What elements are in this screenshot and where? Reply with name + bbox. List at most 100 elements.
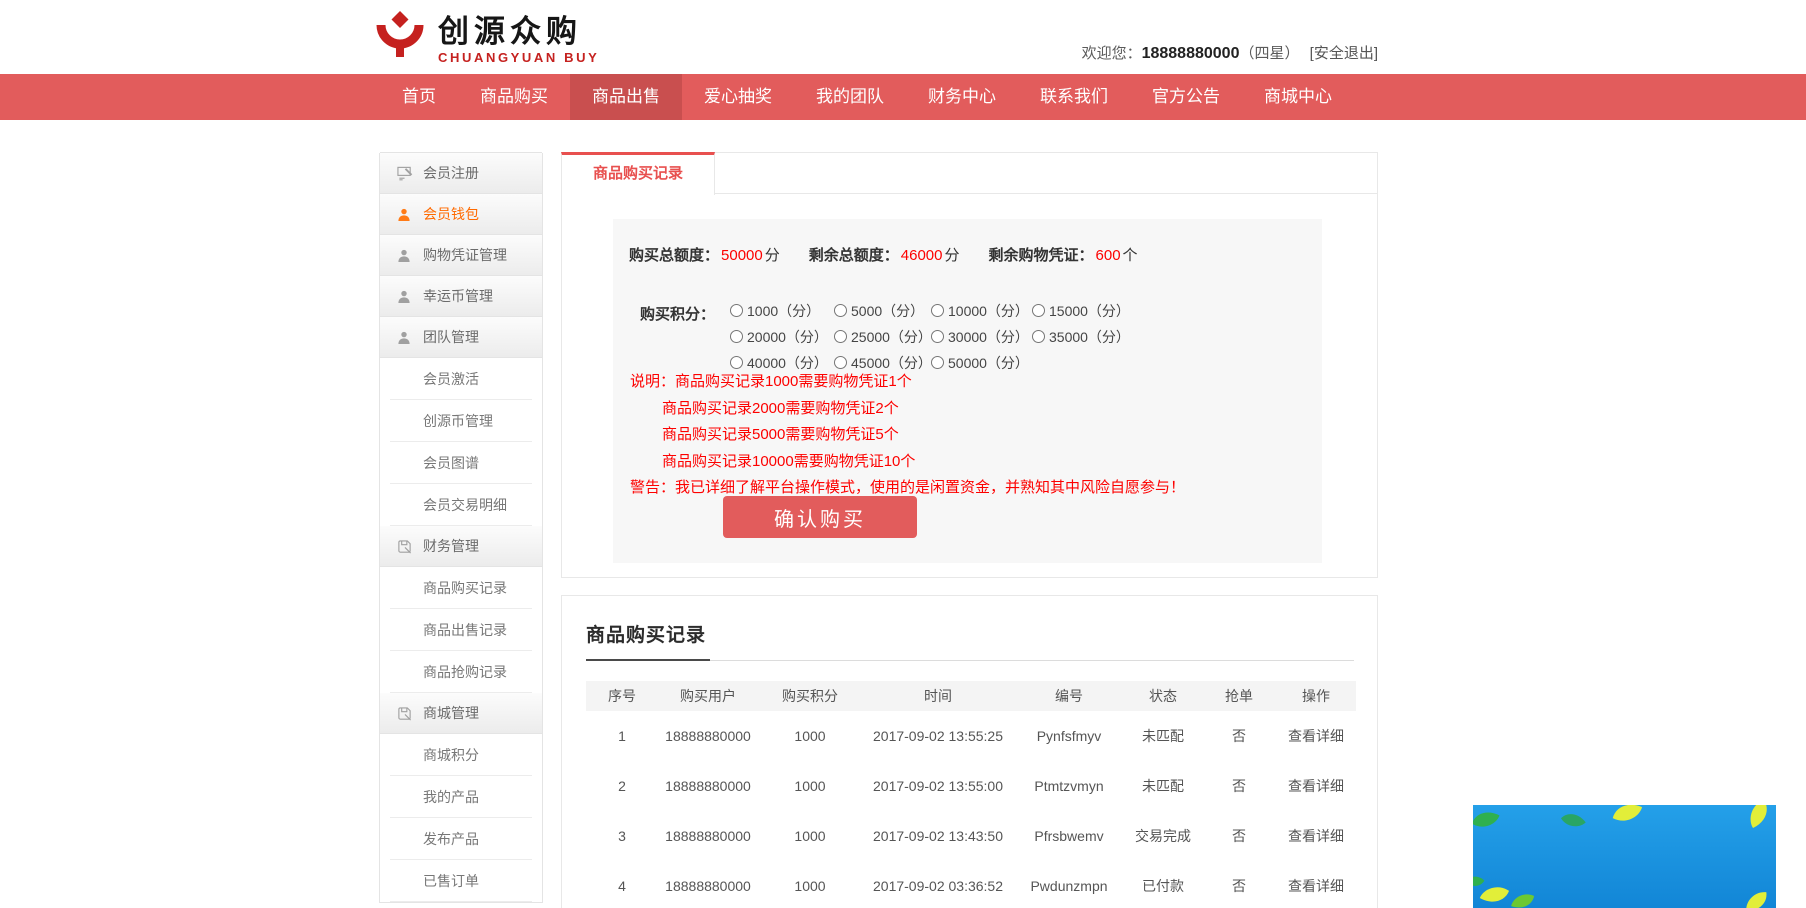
sidebar-item-member-activate[interactable]: 会员激活 — [380, 358, 542, 400]
points-option-20000[interactable]: 20000（分） — [730, 326, 834, 347]
sidebar-item-label: 我的产品 — [423, 787, 479, 807]
note-line: 商品购买记录10000需要购物凭证10个 — [630, 449, 1185, 476]
main-nav-inner: 首页 商品购买 商品出售 爱心抽奖 我的团队 财务中心 联系我们 官方公告 商城… — [380, 74, 1806, 120]
sidebar-item-lucky-coin-mgmt[interactable]: 幸运币管理 — [380, 275, 542, 317]
user-phone: 18888880000 — [1142, 45, 1240, 62]
sidebar-item-purchase-records[interactable]: 商品购买记录 — [380, 567, 542, 609]
sidebar-item-my-products[interactable]: 我的产品 — [380, 776, 542, 818]
save-icon — [397, 705, 414, 721]
cell-points: 1000 — [758, 761, 862, 811]
sidebar-item-finance-mgmt[interactable]: 财务管理 — [380, 525, 542, 567]
col-action: 操作 — [1276, 681, 1356, 711]
sidebar-item-sell-records[interactable]: 商品出售记录 — [380, 609, 542, 651]
points-option-1000[interactable]: 1000（分） — [730, 300, 834, 321]
sidebar-item-label: 会员交易明细 — [423, 495, 507, 515]
points-radio[interactable] — [931, 330, 944, 343]
points-option-10000[interactable]: 10000（分） — [931, 300, 1032, 321]
site-header: 创源众购 CHUANGYUAN BUY 欢迎您：18888880000（四星） … — [0, 0, 1806, 74]
floating-ad-banner[interactable] — [1473, 805, 1776, 908]
view-detail-link[interactable]: 查看详细 — [1276, 761, 1356, 811]
sidebar-item-member-register[interactable]: 会员注册 — [380, 152, 542, 194]
col-user: 购买用户 — [658, 681, 758, 711]
sidebar-item-mall-mgmt[interactable]: 商城管理 — [380, 692, 542, 734]
table-row: 2 18888880000 1000 2017-09-02 13:55:00 P… — [586, 761, 1356, 811]
points-option-15000[interactable]: 15000（分） — [1032, 300, 1142, 321]
view-detail-link[interactable]: 查看详细 — [1276, 711, 1356, 761]
points-radio[interactable] — [834, 330, 847, 343]
stat-total-quota: 购买总额度：50000分 — [629, 244, 780, 265]
sidebar-item-member-wallet[interactable]: 会员钱包 — [380, 193, 542, 235]
points-option-5000[interactable]: 5000（分） — [834, 300, 931, 321]
nav-item-home[interactable]: 首页 — [380, 74, 458, 120]
nav-item-contact-us[interactable]: 联系我们 — [1018, 74, 1130, 120]
stat-remaining-quota: 剩余总额度：46000分 — [809, 244, 960, 265]
section-head: 商品购买记录 — [586, 620, 1354, 661]
cell-time: 2017-09-02 03:36:52 — [862, 861, 1014, 908]
sidebar-item-label: 会员钱包 — [423, 204, 479, 224]
points-radio[interactable] — [730, 356, 743, 369]
sidebar-item-member-transactions[interactable]: 会员交易明细 — [380, 484, 542, 526]
cell-grab: 否 — [1202, 761, 1276, 811]
cell-time: 2017-09-02 13:55:25 — [862, 711, 1014, 761]
confirm-purchase-button[interactable]: 确认购买 — [723, 496, 917, 538]
sidebar-item-shopping-voucher-mgmt[interactable]: 购物凭证管理 — [380, 234, 542, 276]
nav-item-my-team[interactable]: 我的团队 — [794, 74, 906, 120]
points-option-25000[interactable]: 25000（分） — [834, 326, 931, 347]
sidebar-item-mall-points[interactable]: 商城积分 — [380, 734, 542, 776]
points-radio[interactable] — [730, 304, 743, 317]
points-option-35000[interactable]: 35000（分） — [1032, 326, 1142, 347]
cell-no: 4 — [586, 861, 658, 908]
sidebar-item-label: 会员注册 — [423, 163, 479, 183]
sidebar-item-grab-records[interactable]: 商品抢购记录 — [380, 651, 542, 693]
sidebar-item-member-graph[interactable]: 会员图谱 — [380, 442, 542, 484]
sidebar-item-chuangyuan-coin-mgmt[interactable]: 创源币管理 — [380, 400, 542, 442]
sidebar: 会员注册 会员钱包 购物凭证管理 幸运币管理 团队管理 会员激活 — [379, 153, 543, 903]
points-option-label: 25000（分） — [851, 327, 932, 347]
sidebar-item-sold-orders[interactable]: 已售订单 — [380, 860, 542, 902]
sidebar-item-publish-product[interactable]: 发布产品 — [380, 818, 542, 860]
tab-bar: 商品购买记录 — [562, 153, 1377, 194]
site-logo[interactable]: 创源众购 CHUANGYUAN BUY — [374, 10, 599, 69]
logo-title: 创源众购 — [438, 15, 599, 49]
status-badge: 已付款 — [1124, 861, 1202, 908]
quota-stats: 购买总额度：50000分 剩余总额度：46000分 剩余购物凭证：600个 — [629, 244, 1167, 265]
logo-text: 创源众购 CHUANGYUAN BUY — [438, 15, 599, 65]
cell-user: 18888880000 — [658, 711, 758, 761]
nav-item-announcements[interactable]: 官方公告 — [1130, 74, 1242, 120]
points-radio[interactable] — [730, 330, 743, 343]
points-radio[interactable] — [1032, 304, 1045, 317]
logout-link[interactable]: [安全退出] — [1310, 45, 1378, 62]
nav-item-product-buy[interactable]: 商品购买 — [458, 74, 570, 120]
stat-remaining-vouchers: 剩余购物凭证：600个 — [989, 244, 1138, 265]
points-radio[interactable] — [931, 304, 944, 317]
sidebar-item-label: 团队管理 — [423, 327, 479, 347]
sidebar-item-team-mgmt[interactable]: 团队管理 — [380, 316, 542, 358]
points-radio[interactable] — [931, 356, 944, 369]
nav-item-lottery[interactable]: 爱心抽奖 — [682, 74, 794, 120]
points-option-label: 30000（分） — [948, 327, 1029, 347]
view-detail-link[interactable]: 查看详细 — [1276, 861, 1356, 908]
sidebar-item-label: 商品出售记录 — [423, 620, 507, 640]
nav-item-mall-center[interactable]: 商城中心 — [1242, 74, 1354, 120]
nav-item-product-sell[interactable]: 商品出售 — [570, 74, 682, 120]
sidebar-item-label: 商品购买记录 — [423, 578, 507, 598]
points-radio[interactable] — [834, 304, 847, 317]
cell-code: Ptmtzvmyn — [1014, 761, 1124, 811]
sidebar-item-label: 会员图谱 — [423, 453, 479, 473]
cell-time: 2017-09-02 13:55:00 — [862, 761, 1014, 811]
col-code: 编号 — [1014, 681, 1124, 711]
points-option-30000[interactable]: 30000（分） — [931, 326, 1032, 347]
points-radio[interactable] — [834, 356, 847, 369]
view-detail-link[interactable]: 查看详细 — [1276, 811, 1356, 861]
sidebar-item-label: 幸运币管理 — [423, 286, 493, 306]
cell-no: 3 — [586, 811, 658, 861]
cell-user: 18888880000 — [658, 761, 758, 811]
user-level: （四星） — [1239, 45, 1299, 62]
points-options: 1000（分） 5000（分） 10000（分） 15000（分） 20000（… — [730, 300, 1142, 373]
welcome-bar: 欢迎您：18888880000（四星） [安全退出] — [1082, 42, 1378, 63]
nav-item-finance-center[interactable]: 财务中心 — [906, 74, 1018, 120]
tab-purchase-records[interactable]: 商品购买记录 — [561, 152, 715, 195]
save-icon — [397, 538, 414, 554]
user-icon — [397, 247, 414, 263]
points-radio[interactable] — [1032, 330, 1045, 343]
